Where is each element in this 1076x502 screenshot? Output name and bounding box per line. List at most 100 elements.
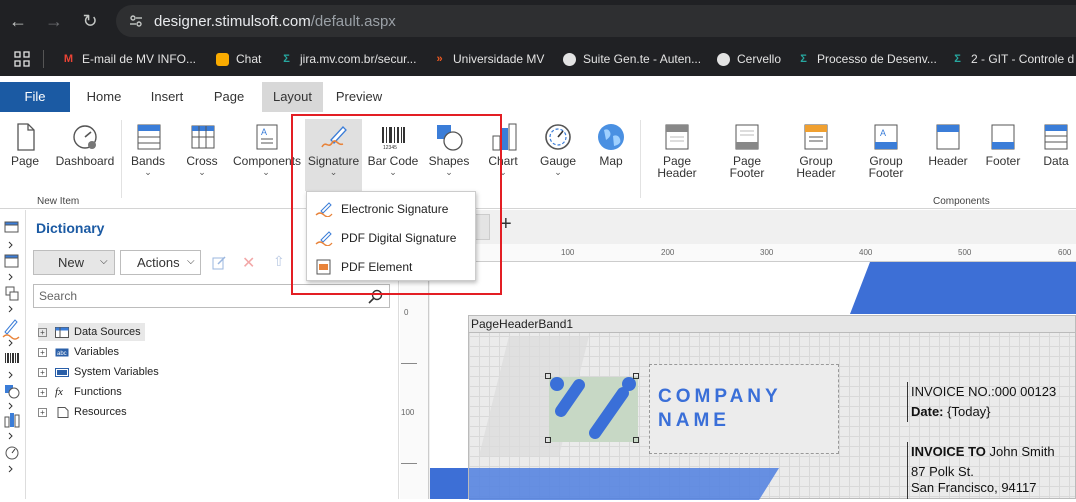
chevron-down-icon: ⌄ bbox=[144, 167, 152, 177]
tree-item-resources[interactable]: + Resources bbox=[38, 403, 127, 421]
resize-handle[interactable] bbox=[633, 437, 639, 443]
left-toolbar bbox=[0, 210, 26, 499]
reload-icon[interactable]: ↻ bbox=[78, 9, 102, 33]
ribbon-separator bbox=[640, 120, 641, 198]
map-button[interactable]: Map bbox=[592, 122, 630, 167]
data-label: Data bbox=[1043, 154, 1069, 168]
bands-button[interactable]: Bands ⌄ bbox=[128, 122, 168, 178]
bookmark-item[interactable]: Σ 2 - GIT - Controle d bbox=[951, 51, 1074, 67]
bookmark-item[interactable]: M E-mail de MV INFO... bbox=[62, 51, 196, 67]
apps-grid-icon[interactable] bbox=[14, 51, 30, 67]
page-button[interactable]: Page bbox=[5, 122, 45, 167]
edit-icon[interactable] bbox=[211, 255, 227, 271]
tree-item-system-variables[interactable]: + System Variables bbox=[38, 363, 159, 381]
delete-icon[interactable]: ✕ bbox=[242, 253, 255, 273]
resize-handle[interactable] bbox=[545, 437, 551, 443]
ruler-tick-label: 300 bbox=[760, 248, 774, 257]
group-header-icon bbox=[804, 124, 828, 150]
bookmark-item[interactable]: » Universidade MV bbox=[433, 51, 544, 67]
tab-preview[interactable]: Preview bbox=[330, 82, 388, 112]
bookmark-label: Chat bbox=[236, 52, 262, 66]
dashboard-button[interactable]: Dashboard bbox=[54, 122, 116, 167]
invoice-to-label: INVOICE TO bbox=[911, 444, 986, 459]
forward-icon[interactable]: → bbox=[42, 9, 66, 33]
dashboard-label: Dashboard bbox=[55, 154, 115, 168]
cross-label: Cross bbox=[186, 154, 218, 168]
company-name-box[interactable]: COMPANY NAME bbox=[649, 364, 839, 454]
gauge-icon bbox=[545, 124, 571, 150]
expand-icon[interactable]: + bbox=[38, 387, 47, 397]
bookmark-item[interactable]: Cervello bbox=[717, 51, 781, 67]
tab-home[interactable]: Home bbox=[76, 82, 132, 112]
url-text: designer.stimulsoft.com/default.aspx bbox=[154, 13, 396, 30]
expand-icon[interactable]: + bbox=[38, 407, 47, 417]
ruler-tick-label: 400 bbox=[859, 248, 873, 257]
chevron-down-icon: ⌵ bbox=[100, 256, 108, 267]
cross-button[interactable]: Cross ⌄ bbox=[182, 122, 222, 178]
jira-icon: Σ bbox=[800, 52, 807, 65]
logo-mark bbox=[550, 377, 636, 439]
group-footer-label: Group Footer bbox=[868, 154, 904, 180]
horizontal-ruler: 100 200 300 400 500 600 bbox=[430, 244, 1076, 262]
header-button[interactable]: Header bbox=[925, 122, 971, 167]
system-variables-icon bbox=[55, 367, 69, 377]
chevron-down-icon: ⌄ bbox=[554, 167, 562, 177]
bookmark-item[interactable]: Chat bbox=[216, 51, 261, 67]
tree-label: System Variables bbox=[74, 366, 159, 378]
page-footer-label: Page Footer bbox=[729, 154, 765, 180]
company-name-line1: COMPANY bbox=[658, 386, 782, 407]
new-dropdown-button[interactable]: New ⌵ bbox=[33, 250, 115, 275]
page-header-icon bbox=[665, 124, 689, 150]
date-value[interactable]: {Today} bbox=[947, 404, 990, 419]
globe-icon bbox=[563, 52, 576, 66]
left-toolbar-icons[interactable] bbox=[0, 210, 26, 499]
url-host: designer.stimulsoft.com bbox=[154, 13, 311, 30]
resize-handle[interactable] bbox=[545, 373, 551, 379]
bookmarks-bar: M E-mail de MV INFO... Chat Σjira.mv.com.… bbox=[0, 42, 1076, 76]
footer-button[interactable]: Footer bbox=[981, 122, 1025, 167]
page-header-button[interactable]: Page Header bbox=[650, 122, 704, 179]
tab-layout[interactable]: Layout bbox=[262, 82, 323, 112]
bookmark-item[interactable]: Σjira.mv.com.br/secur... bbox=[280, 51, 416, 67]
ribbon-separator bbox=[121, 120, 122, 198]
bookmark-label: Processo de Desenv... bbox=[817, 52, 937, 66]
invoice-number[interactable]: INVOICE NO.:000 00123 bbox=[911, 384, 1056, 399]
bookmark-item[interactable]: Suite Gen.te - Auten... bbox=[563, 51, 701, 67]
page-footer-button[interactable]: Page Footer bbox=[720, 122, 774, 179]
expand-icon[interactable]: + bbox=[38, 367, 47, 377]
components-button[interactable]: A Components ⌄ bbox=[233, 122, 301, 178]
address-line1[interactable]: 87 Polk St. bbox=[911, 464, 974, 479]
bookmark-item[interactable]: Σ Processo de Desenv... bbox=[797, 51, 937, 67]
back-icon[interactable]: ← bbox=[6, 9, 30, 33]
tree-item-functions[interactable]: + fx Functions bbox=[38, 383, 122, 401]
group-header-button[interactable]: Group Header bbox=[789, 122, 843, 179]
vertical-ruler: 0 100 bbox=[400, 262, 429, 499]
address-bar[interactable]: designer.stimulsoft.com/default.aspx bbox=[116, 5, 1076, 37]
expand-icon[interactable]: + bbox=[38, 347, 47, 357]
invoice-to-name[interactable]: John Smith bbox=[990, 444, 1055, 459]
globe-icon bbox=[717, 52, 730, 66]
data-sources-icon bbox=[55, 326, 69, 338]
tab-insert[interactable]: Insert bbox=[140, 82, 194, 112]
address-line2[interactable]: San Francisco, 94117 bbox=[911, 480, 1037, 495]
group-footer-icon: A bbox=[874, 124, 898, 150]
bookmark-label: Cervello bbox=[737, 52, 782, 66]
data-button[interactable]: Data bbox=[1037, 122, 1075, 167]
gauge-button[interactable]: Gauge ⌄ bbox=[537, 122, 579, 178]
ruler-tick-label: 200 bbox=[661, 248, 675, 257]
bands-label: Bands bbox=[130, 154, 166, 168]
tab-page[interactable]: Page bbox=[203, 82, 255, 112]
tree-item-variables[interactable]: + abc Variables bbox=[38, 343, 119, 361]
group-footer-button[interactable]: A Group Footer bbox=[859, 122, 913, 179]
company-logo[interactable] bbox=[549, 377, 638, 442]
company-name-line2: NAME bbox=[658, 410, 730, 431]
expand-icon[interactable]: + bbox=[38, 327, 47, 337]
actions-dropdown-button[interactable]: Actions ⌵ bbox=[120, 250, 201, 275]
move-up-icon[interactable]: ⇧ bbox=[273, 253, 285, 270]
ribbon-tabs: File Home Insert Page Layout Preview bbox=[0, 82, 1076, 112]
resize-handle[interactable] bbox=[633, 373, 639, 379]
site-info-icon[interactable] bbox=[128, 13, 144, 29]
tab-file[interactable]: File bbox=[0, 82, 70, 112]
tree-item-data-sources[interactable]: + Data Sources bbox=[38, 323, 145, 341]
annotation-highlight-box bbox=[291, 114, 502, 295]
